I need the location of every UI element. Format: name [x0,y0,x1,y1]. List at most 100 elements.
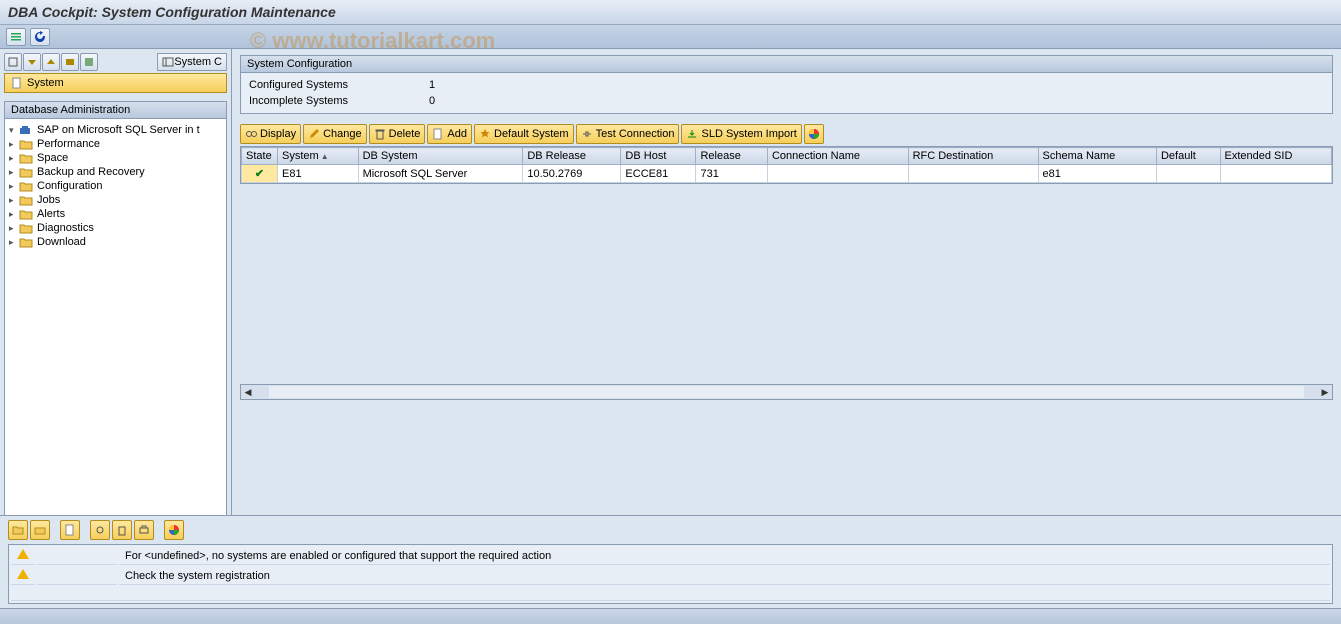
msg-tool-5[interactable] [112,520,132,540]
palette-icon [808,128,820,140]
col-state[interactable]: State [242,148,278,165]
change-button[interactable]: Change [303,124,367,144]
app-toolbar [0,25,1341,49]
tree-label: Jobs [37,194,60,206]
msg-tool-6[interactable] [134,520,154,540]
folder-icon [19,222,33,234]
msg-spacer [37,567,117,585]
config-label: Incomplete Systems [249,95,429,107]
sb-tool-2-icon[interactable] [23,53,41,71]
folder-icon [19,180,33,192]
message-row[interactable]: Check the system registration [11,567,1330,585]
tree-label: Alerts [37,208,65,220]
msg-tool-3[interactable] [60,520,80,540]
message-text: For <undefined>, no systems are enabled … [119,547,1330,565]
tree-root[interactable]: ▾ SAP on Microsoft SQL Server in t [7,123,224,137]
color-legend-button[interactable] [804,124,824,144]
folder-icon [19,236,33,248]
sidebar: System C System Database Administration … [0,49,232,529]
check-icon: ✔ [255,168,264,180]
default-system-button[interactable]: Default System [474,124,574,144]
menu-icon[interactable] [6,28,26,46]
tree-item-performance[interactable]: ▸Performance [7,137,224,151]
cell-rfc [908,165,1038,183]
col-dbsystem[interactable]: DB System [358,148,523,165]
col-release[interactable]: Release [696,148,768,165]
folder-icon [34,524,46,536]
test-connection-button[interactable]: Test Connection [576,124,680,144]
tree-item-jobs[interactable]: ▸Jobs [7,193,224,207]
msg-spacer [37,547,117,565]
sidebar-toolbar: System C [4,53,227,71]
config-panel-title: System Configuration [241,56,1332,73]
star-icon [479,128,491,140]
grid-header-row: State System▲ DB System DB Release DB Ho… [242,148,1332,165]
display-button[interactable]: Display [240,124,301,144]
col-conn[interactable]: Connection Name [767,148,908,165]
sb-tool-3-icon[interactable] [42,53,60,71]
col-dbhost[interactable]: DB Host [621,148,696,165]
col-schema[interactable]: Schema Name [1038,148,1156,165]
msg-tool-4[interactable] [90,520,110,540]
tree-item-diagnostics[interactable]: ▸Diagnostics [7,221,224,235]
document-icon [64,524,76,536]
col-default[interactable]: Default [1156,148,1220,165]
folder-icon [19,166,33,178]
nav-tree: ▾ SAP on Microsoft SQL Server in t ▸Perf… [4,119,227,519]
btn-label: Change [323,128,362,140]
systems-grid: State System▲ DB System DB Release DB Ho… [240,146,1333,184]
cell-conn [767,165,908,183]
tree-label: Configuration [37,180,102,192]
message-row-empty [11,587,1330,601]
glasses-icon [245,128,257,140]
folder-icon [19,138,33,150]
message-text: Check the system registration [119,567,1330,585]
config-value: 0 [429,95,435,107]
message-toolbar [8,520,1333,540]
warning-icon [17,569,29,579]
sb-tool-4-icon[interactable] [61,53,79,71]
warn-cell [11,547,35,565]
sld-import-button[interactable]: SLD System Import [681,124,801,144]
col-system[interactable]: System▲ [278,148,359,165]
system-config-tab[interactable]: System C [157,53,227,71]
msg-tool-2[interactable] [30,520,50,540]
horizontal-scrollbar[interactable]: ◀ ▶ [240,384,1333,400]
tree-item-backup[interactable]: ▸Backup and Recovery [7,165,224,179]
delete-button[interactable]: Delete [369,124,426,144]
config-label: Configured Systems [249,79,429,91]
message-row[interactable]: For <undefined>, no systems are enabled … [11,547,1330,565]
palette-icon [168,524,180,536]
msg-tool-7[interactable] [164,520,184,540]
tree-item-alerts[interactable]: ▸Alerts [7,207,224,221]
message-table: For <undefined>, no systems are enabled … [8,544,1333,604]
add-button[interactable]: Add [427,124,472,144]
cell-dbsystem: Microsoft SQL Server [358,165,523,183]
tree-label: Performance [37,138,100,150]
scroll-left-icon[interactable]: ◀ [241,387,255,398]
col-rfc[interactable]: RFC Destination [908,148,1038,165]
cell-system: E81 [278,165,359,183]
tree-item-download[interactable]: ▸Download [7,235,224,249]
db-icon [19,124,33,136]
sb-tool-1-icon[interactable] [4,53,22,71]
tree-item-space[interactable]: ▸Space [7,151,224,165]
tree-item-configuration[interactable]: ▸Configuration [7,179,224,193]
btn-label: Default System [494,128,569,140]
connection-icon [581,128,593,140]
cell-release: 731 [696,165,768,183]
system-dropdown[interactable]: System [4,73,227,93]
col-ext[interactable]: Extended SID [1220,148,1331,165]
sb-tool-5-icon[interactable] [80,53,98,71]
config-row: Incomplete Systems 0 [249,93,1324,109]
cell-ext [1220,165,1331,183]
system-config-label: System C [174,56,222,68]
grid-row[interactable]: ✔ E81 Microsoft SQL Server 10.50.2769 EC… [242,165,1332,183]
scroll-right-icon[interactable]: ▶ [1318,387,1332,398]
print-icon [138,524,150,536]
msg-tool-1[interactable] [8,520,28,540]
col-dbrelease[interactable]: DB Release [523,148,621,165]
warning-icon [17,549,29,559]
scroll-track[interactable] [269,386,1304,398]
refresh-icon[interactable] [30,28,50,46]
